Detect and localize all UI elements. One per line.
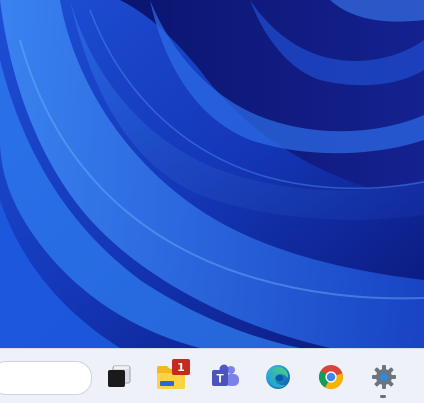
teams-button[interactable]: T bbox=[210, 363, 240, 391]
svg-text:T: T bbox=[216, 372, 224, 386]
file-explorer-notification-badge: 1 bbox=[172, 359, 190, 375]
task-view-button[interactable] bbox=[104, 363, 134, 391]
task-view-icon bbox=[108, 365, 131, 387]
chrome-button[interactable] bbox=[316, 363, 346, 391]
bloom-wallpaper-graphic bbox=[0, 0, 424, 348]
edge-button[interactable] bbox=[263, 363, 293, 391]
running-app-indicator bbox=[380, 395, 386, 398]
settings-button[interactable] bbox=[369, 363, 399, 398]
teams-icon: T bbox=[212, 364, 239, 386]
gear-icon bbox=[372, 365, 396, 389]
file-explorer-button[interactable]: 1 bbox=[156, 359, 190, 391]
edge-icon bbox=[266, 365, 290, 389]
desktop-wallpaper bbox=[0, 0, 424, 348]
chrome-icon bbox=[318, 365, 343, 389]
taskbar-search-box[interactable] bbox=[0, 361, 92, 395]
taskbar: 1 T bbox=[0, 348, 424, 403]
